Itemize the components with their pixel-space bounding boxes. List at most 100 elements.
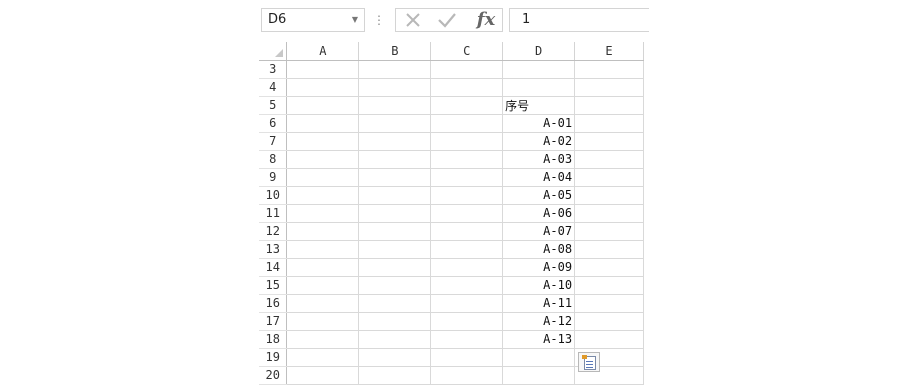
- row-header[interactable]: 7: [259, 132, 288, 151]
- cell-c10[interactable]: [430, 186, 504, 205]
- cell-e11[interactable]: [574, 204, 644, 223]
- cell-b19[interactable]: [358, 348, 432, 367]
- row-header[interactable]: 8: [259, 150, 288, 169]
- cell-e17[interactable]: [574, 312, 644, 331]
- cell-c5[interactable]: [430, 96, 504, 115]
- cell-d10[interactable]: A-05: [502, 186, 576, 205]
- row-header[interactable]: 10: [259, 186, 288, 205]
- column-header-a[interactable]: A: [286, 42, 360, 61]
- check-icon[interactable]: [436, 9, 458, 31]
- cell-c15[interactable]: [430, 276, 504, 295]
- row-header[interactable]: 12: [259, 222, 288, 241]
- cell-b4[interactable]: [358, 78, 432, 97]
- column-header-b[interactable]: B: [358, 42, 432, 61]
- cell-d3[interactable]: [502, 60, 576, 79]
- row-header[interactable]: 20: [259, 366, 288, 385]
- cell-a9[interactable]: [286, 168, 360, 187]
- cell-a13[interactable]: [286, 240, 360, 259]
- cell-c13[interactable]: [430, 240, 504, 259]
- cell-c11[interactable]: [430, 204, 504, 223]
- row-header[interactable]: 11: [259, 204, 288, 223]
- cell-d7[interactable]: A-02: [502, 132, 576, 151]
- cell-c7[interactable]: [430, 132, 504, 151]
- fx-icon[interactable]: fx: [472, 9, 500, 31]
- x-icon[interactable]: [402, 9, 424, 31]
- cell-e15[interactable]: [574, 276, 644, 295]
- cell-d14[interactable]: A-09: [502, 258, 576, 277]
- cell-c9[interactable]: [430, 168, 504, 187]
- cell-d8[interactable]: A-03: [502, 150, 576, 169]
- cell-e7[interactable]: [574, 132, 644, 151]
- cell-d4[interactable]: [502, 78, 576, 97]
- cell-d5[interactable]: 序号: [502, 96, 576, 115]
- cell-a14[interactable]: [286, 258, 360, 277]
- cell-e4[interactable]: [574, 78, 644, 97]
- cell-c18[interactable]: [430, 330, 504, 349]
- row-header[interactable]: 13: [259, 240, 288, 259]
- cell-d9[interactable]: A-04: [502, 168, 576, 187]
- cell-b20[interactable]: [358, 366, 432, 385]
- cell-c6[interactable]: [430, 114, 504, 133]
- cell-b12[interactable]: [358, 222, 432, 241]
- cell-d13[interactable]: A-08: [502, 240, 576, 259]
- cell-a3[interactable]: [286, 60, 360, 79]
- row-header[interactable]: 9: [259, 168, 288, 187]
- cell-c16[interactable]: [430, 294, 504, 313]
- auto-fill-options-icon[interactable]: [578, 352, 600, 372]
- cell-a16[interactable]: [286, 294, 360, 313]
- row-header[interactable]: 18: [259, 330, 288, 349]
- cell-c20[interactable]: [430, 366, 504, 385]
- cell-a20[interactable]: [286, 366, 360, 385]
- cell-e16[interactable]: [574, 294, 644, 313]
- cell-b7[interactable]: [358, 132, 432, 151]
- row-header[interactable]: 17: [259, 312, 288, 331]
- cell-e14[interactable]: [574, 258, 644, 277]
- formula-bar-splitter-icon[interactable]: ⋮: [373, 8, 385, 32]
- cell-b5[interactable]: [358, 96, 432, 115]
- cell-b3[interactable]: [358, 60, 432, 79]
- cell-a18[interactable]: [286, 330, 360, 349]
- cell-e12[interactable]: [574, 222, 644, 241]
- cell-c8[interactable]: [430, 150, 504, 169]
- cell-e10[interactable]: [574, 186, 644, 205]
- cell-e18[interactable]: [574, 330, 644, 349]
- cell-c4[interactable]: [430, 78, 504, 97]
- cell-c3[interactable]: [430, 60, 504, 79]
- cell-d17[interactable]: A-12: [502, 312, 576, 331]
- cell-d11[interactable]: A-06: [502, 204, 576, 223]
- cell-a12[interactable]: [286, 222, 360, 241]
- cell-b13[interactable]: [358, 240, 432, 259]
- row-header[interactable]: 5: [259, 96, 288, 115]
- row-header[interactable]: 3: [259, 60, 288, 79]
- cell-b14[interactable]: [358, 258, 432, 277]
- select-all-corner[interactable]: [259, 42, 288, 61]
- cell-b11[interactable]: [358, 204, 432, 223]
- column-header-d[interactable]: D: [502, 42, 576, 61]
- cell-a6[interactable]: [286, 114, 360, 133]
- cell-c14[interactable]: [430, 258, 504, 277]
- cell-d19[interactable]: [502, 348, 576, 367]
- formula-input[interactable]: 1: [509, 8, 649, 32]
- cell-b10[interactable]: [358, 186, 432, 205]
- cell-e9[interactable]: [574, 168, 644, 187]
- cell-c17[interactable]: [430, 312, 504, 331]
- cell-b8[interactable]: [358, 150, 432, 169]
- row-header[interactable]: 4: [259, 78, 288, 97]
- cell-a10[interactable]: [286, 186, 360, 205]
- cell-d18[interactable]: A-13: [502, 330, 576, 349]
- row-header[interactable]: 16: [259, 294, 288, 313]
- cell-d12[interactable]: A-07: [502, 222, 576, 241]
- cell-a5[interactable]: [286, 96, 360, 115]
- cell-b18[interactable]: [358, 330, 432, 349]
- cell-d16[interactable]: A-11: [502, 294, 576, 313]
- cell-b16[interactable]: [358, 294, 432, 313]
- cell-a15[interactable]: [286, 276, 360, 295]
- row-header[interactable]: 14: [259, 258, 288, 277]
- name-box[interactable]: D6 ▼: [261, 8, 365, 32]
- cell-d15[interactable]: A-10: [502, 276, 576, 295]
- cell-e8[interactable]: [574, 150, 644, 169]
- cell-c12[interactable]: [430, 222, 504, 241]
- cell-e3[interactable]: [574, 60, 644, 79]
- cell-a4[interactable]: [286, 78, 360, 97]
- cell-e5[interactable]: [574, 96, 644, 115]
